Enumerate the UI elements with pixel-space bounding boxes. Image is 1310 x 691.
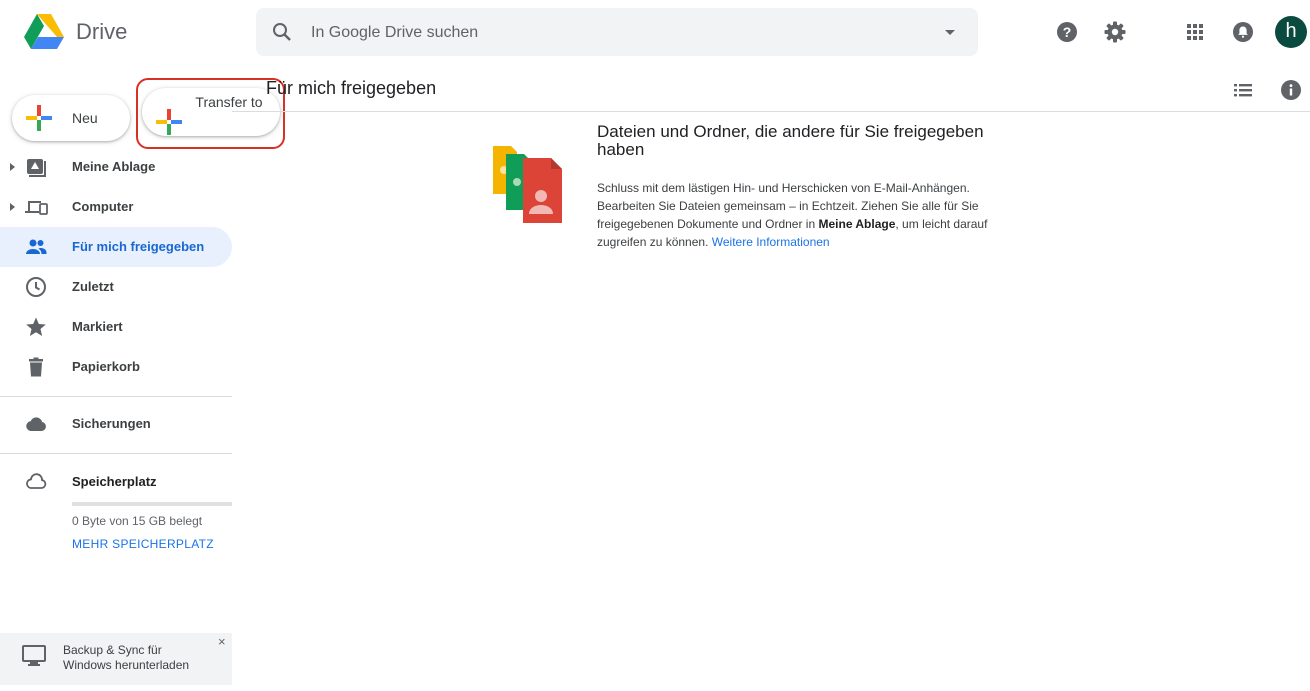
transfer-to-button-label: Transfer to [195,94,263,110]
account-avatar[interactable]: h [1275,16,1307,48]
sidebar-item-label: Für mich freigegeben [72,239,205,254]
new-button-label: Neu [72,110,98,126]
sidebar-item-label: Sicherungen [72,416,151,431]
backup-sync-text: Backup & Sync für Windows herunterladen [63,643,190,672]
storage-usage-bar [72,502,232,506]
sidebar-divider [0,396,232,397]
drive-logo[interactable] [24,14,64,50]
sidebar-item-label: Papierkorb [72,359,140,374]
sidebar-item-speicherplatz[interactable]: Speicherplatz [0,462,232,502]
sidebar-item-zuletzt[interactable]: Zuletzt [0,267,232,307]
help-icon[interactable]: ? [1055,20,1079,44]
sidebar-item-label: Markiert [72,319,123,334]
sidebar-item-label: Computer [72,199,134,214]
new-button[interactable]: Neu [12,95,130,141]
empty-state-description: Schluss mit dem lästigen Hin- und Hersch… [597,179,1022,251]
sidebar-item-sicherungen[interactable]: Sicherungen [0,404,232,444]
storage-used-text: 0 Byte von 15 GB belegt [72,514,203,528]
trash-icon [24,355,48,379]
header-divider [232,111,1310,112]
close-icon[interactable]: × [218,634,226,649]
sidebar-item-label: Meine Ablage [72,159,156,174]
learn-more-link[interactable]: Weitere Informationen [712,235,830,249]
cloud-icon [24,412,48,436]
sidebar-item-papierkorb[interactable]: Papierkorb [0,347,232,387]
plus-icon [156,109,182,135]
expand-arrow-icon[interactable] [8,161,18,173]
search-input[interactable] [309,16,913,50]
monitor-icon [21,643,47,669]
backup-sync-banner[interactable]: Backup & Sync für Windows herunterladen … [0,633,232,685]
expand-arrow-icon[interactable] [8,201,18,213]
shared-files-illustration [490,144,576,226]
sidebar-item-computer[interactable]: Computer [0,187,232,227]
apps-grid-icon[interactable] [1183,20,1207,44]
more-storage-link[interactable]: MEHR SPEICHERPLATZ [72,537,214,551]
storage-label: Speicherplatz [72,474,157,489]
svg-text:?: ? [1063,24,1072,40]
sidebar-item-markiert[interactable]: Markiert [0,307,232,347]
search-bar[interactable] [256,8,978,56]
sidebar-item-label: Zuletzt [72,279,114,294]
sidebar-item-fur-mich-freigegeben[interactable]: Für mich freigegeben [0,227,232,267]
clock-icon [24,275,48,299]
page-title: Für mich freigegeben [266,78,437,98]
search-options-dropdown-icon[interactable] [938,20,962,44]
computer-icon [24,195,48,219]
sidebar-divider [0,453,232,454]
details-info-icon[interactable] [1279,78,1303,102]
search-icon[interactable] [270,20,294,44]
settings-gear-icon[interactable] [1103,20,1127,44]
empty-state-bold-text: Meine Ablage [818,217,896,231]
plus-icon [26,105,52,131]
sidebar-item-meine-ablage[interactable]: Meine Ablage [0,147,232,187]
shared-people-icon [24,235,48,259]
drive-icon [24,155,48,179]
notifications-bell-icon[interactable] [1231,20,1255,44]
app-name[interactable]: Drive [76,19,127,45]
cloud-outline-icon [24,470,48,494]
list-view-icon[interactable] [1231,78,1255,102]
empty-state-title: Dateien und Ordner, die andere für Sie f… [597,122,984,159]
star-icon [24,315,48,339]
transfer-to-button[interactable]: Transfer to [142,88,280,136]
